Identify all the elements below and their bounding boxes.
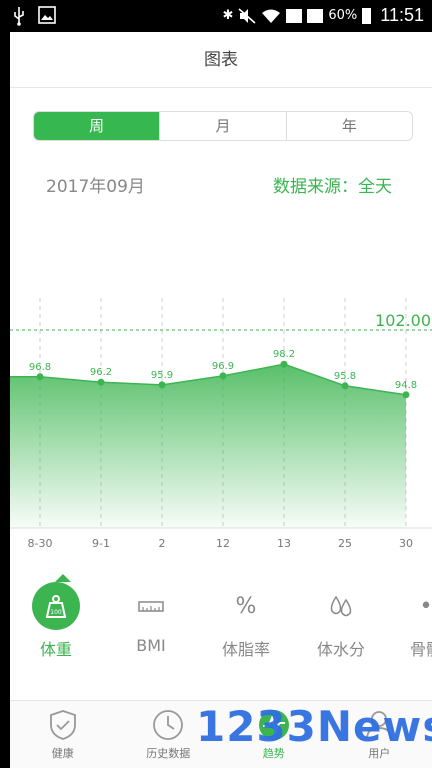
app-screen: 图表 周 月 年 2017年09月 数据来源：全天 102.00 96.8 8-30… xyxy=(10,32,432,768)
metric-weight-label: 体重 xyxy=(39,640,72,659)
shield-check-icon xyxy=(10,709,116,741)
tab-week[interactable]: 周 xyxy=(34,112,160,140)
data-point xyxy=(280,360,288,368)
bluetooth-icon: ✱ xyxy=(222,8,234,23)
data-label: 96.2 xyxy=(90,367,112,378)
x-tick-label: 12 xyxy=(216,537,230,550)
metric-body-water[interactable]: 体水分 xyxy=(301,582,381,660)
metric-bone-label: 骨骼 xyxy=(409,640,432,659)
metric-body-fat[interactable]: % 体脂率 xyxy=(206,582,286,660)
tab-year[interactable]: 年 xyxy=(285,112,412,140)
ruler-icon xyxy=(127,582,175,630)
metric-bmi[interactable]: BMI xyxy=(111,582,191,655)
weight-icon: 100 xyxy=(32,582,80,630)
data-label: 96.8 xyxy=(29,362,51,373)
data-point xyxy=(158,381,166,389)
x-tick-label: 30 xyxy=(399,537,413,550)
watermark-logo: 1233News xyxy=(196,702,432,751)
status-bar: ✱ 60% 11:51 xyxy=(0,0,432,32)
metric-bmi-label: BMI xyxy=(136,636,166,655)
clock-time: 11:51 xyxy=(380,5,424,25)
usb-icon xyxy=(14,7,24,26)
metric-bone[interactable]: • 骨骼 xyxy=(386,582,432,660)
tab-month[interactable]: 月 xyxy=(159,112,285,140)
x-tick-label: 13 xyxy=(277,537,291,550)
metric-body-fat-label: 体脂率 xyxy=(221,640,270,659)
metric-selector: 100 体重 BMI % 体脂率 体水分 • 骨骼 xyxy=(10,568,432,668)
data-point xyxy=(36,373,44,381)
month-label: 2017年09月 xyxy=(46,177,145,197)
data-label: 98.2 xyxy=(273,349,295,360)
mute-icon xyxy=(238,7,256,24)
image-icon xyxy=(38,6,56,24)
weight-trend-chart[interactable]: 102.00 96.8 8-30 96.2 9-1 95.9 2 96.9 12 98.2 13 95… xyxy=(10,258,432,558)
signal-1-icon xyxy=(286,8,303,23)
x-tick-label: 8-30 xyxy=(28,537,53,550)
page-title: 图表 xyxy=(10,32,432,88)
battery-percent: 60% xyxy=(328,8,358,23)
bone-icon: • xyxy=(419,593,432,619)
water-drops-icon xyxy=(317,582,365,630)
battery-icon xyxy=(362,7,372,24)
x-tick-label: 25 xyxy=(338,537,352,550)
x-tick-label: 9-1 xyxy=(92,537,110,550)
data-label: 96.9 xyxy=(212,361,234,372)
data-label: 95.8 xyxy=(334,371,356,382)
wifi-icon xyxy=(262,9,281,23)
data-label: 95.9 xyxy=(151,370,173,381)
data-point xyxy=(402,391,410,399)
metric-weight[interactable]: 100 体重 xyxy=(16,574,96,660)
data-point xyxy=(97,378,105,386)
data-point xyxy=(219,372,227,380)
weight-badge: 100 xyxy=(50,609,62,616)
selected-indicator-icon xyxy=(55,574,71,582)
percent-icon: % xyxy=(235,593,257,619)
data-point xyxy=(341,382,349,390)
x-tick-label: 2 xyxy=(159,537,166,550)
nav-health[interactable]: 健康 xyxy=(10,701,116,768)
signal-2-icon xyxy=(307,8,324,23)
target-label: 102.00 xyxy=(375,311,431,330)
nav-health-label: 健康 xyxy=(51,747,74,760)
period-tabs: 周 月 年 xyxy=(33,111,413,141)
metric-body-water-label: 体水分 xyxy=(316,640,365,659)
data-label: 94.8 xyxy=(395,380,417,391)
data-source-selector[interactable]: 数据来源：全天 xyxy=(273,172,392,197)
